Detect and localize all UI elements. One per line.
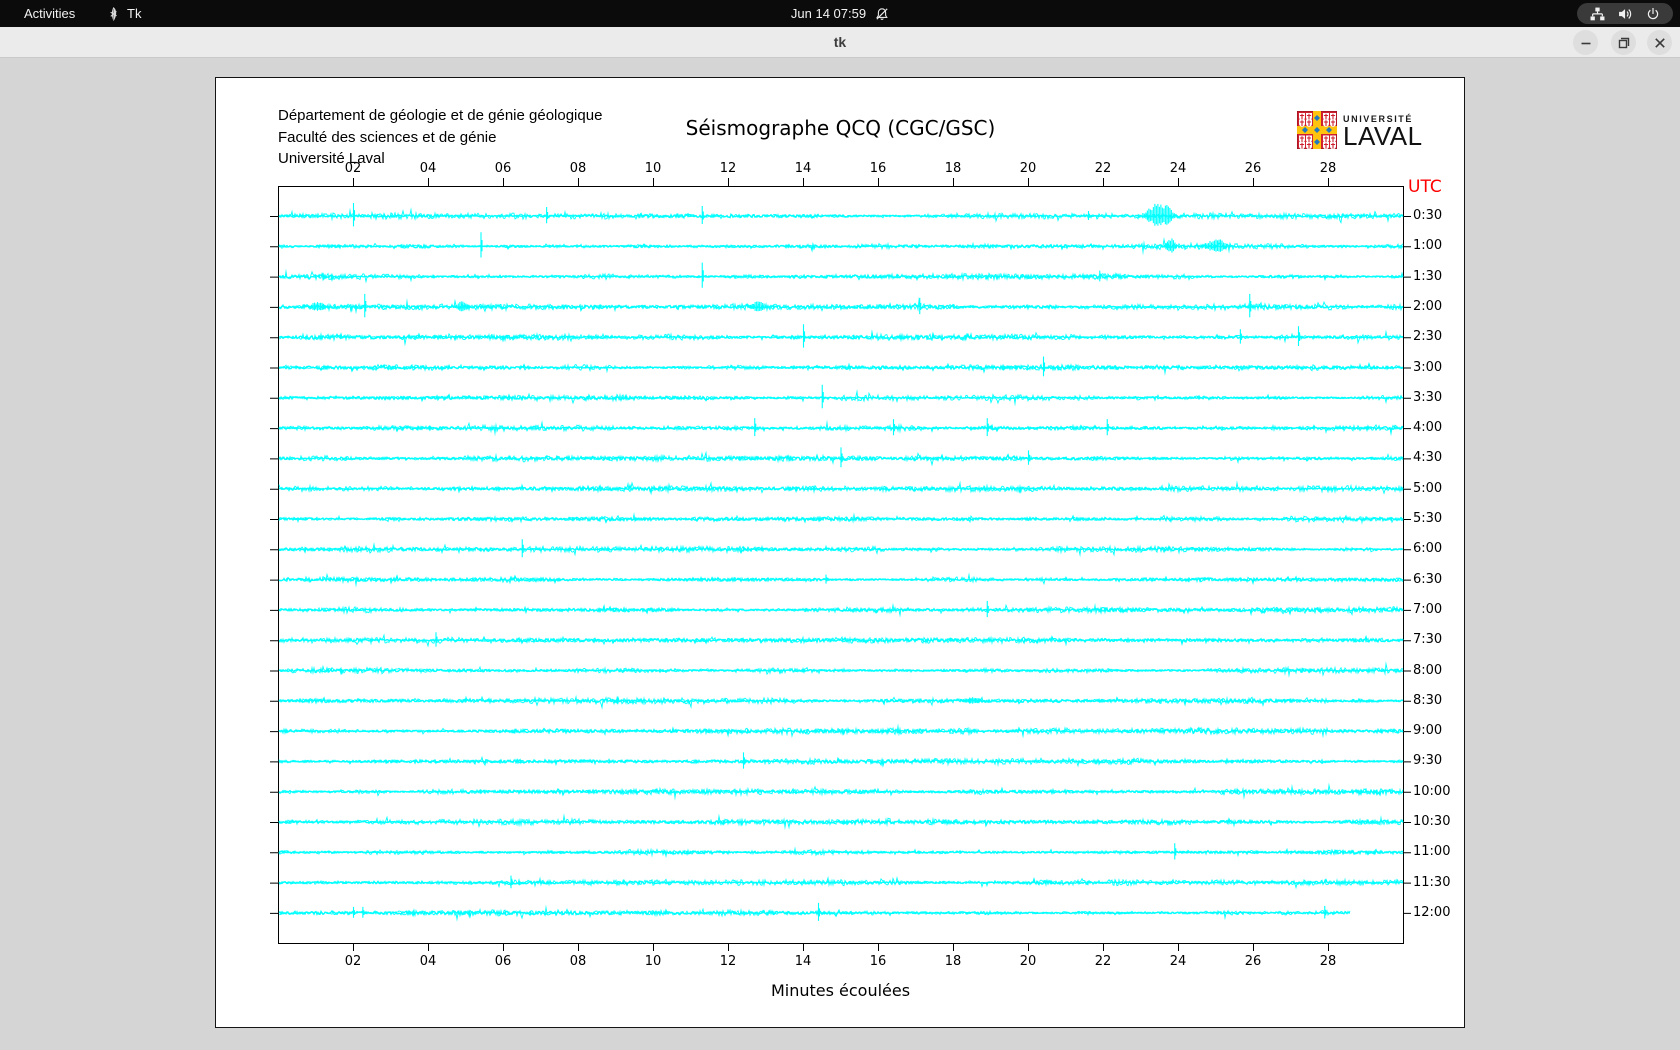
x-tick-label-bottom: 10: [644, 954, 662, 969]
trace-time-label: 11:30: [1413, 874, 1451, 890]
x-tick-label-top: 14: [794, 161, 812, 176]
trace-time-label: 1:00: [1413, 238, 1443, 254]
x-tick-label-bottom: 26: [1244, 954, 1262, 969]
x-tick-label-top: 06: [494, 161, 512, 176]
x-tick-label-top: 28: [1319, 161, 1337, 176]
x-tick-label-bottom: 08: [569, 954, 587, 969]
x-tick-label-bottom: 16: [869, 954, 887, 969]
x-tick-label-top: 18: [944, 161, 962, 176]
trace-time-label: 10:30: [1413, 814, 1451, 829]
trace-time-label: 2:00: [1413, 298, 1443, 314]
system-tray[interactable]: [1577, 3, 1673, 24]
minimize-button[interactable]: [1573, 30, 1598, 55]
window-titlebar: tk: [0, 27, 1680, 58]
x-tick-label-top: 22: [1094, 161, 1112, 176]
trace-time-label: 6:30: [1413, 571, 1443, 587]
x-tick-label-top: 10: [644, 161, 662, 176]
trace-time-label: 9:00: [1413, 723, 1443, 739]
trace-time-label: 1:30: [1413, 268, 1443, 284]
network-icon: [1590, 7, 1605, 20]
x-tick-label-top: 16: [869, 161, 887, 176]
x-tick-label-top: 26: [1244, 161, 1262, 176]
volume-icon: [1619, 8, 1632, 19]
x-tick-label-bottom: 18: [944, 954, 962, 969]
close-button[interactable]: [1647, 30, 1672, 55]
x-tick-label-top: 20: [1019, 161, 1037, 176]
trace-time-label: 3:30: [1413, 389, 1443, 405]
x-tick-label-bottom: 12: [719, 954, 737, 969]
clock-label: Jun 14 07:59: [790, 6, 867, 21]
trace-time-label: 3:00: [1413, 359, 1443, 375]
x-tick-label-top: 04: [419, 161, 437, 176]
seismogram-plot: [216, 78, 1466, 1029]
trace-time-label: 7:00: [1413, 601, 1443, 617]
x-tick-label-top: 24: [1169, 161, 1187, 176]
clock-area[interactable]: Jun 14 07:59: [0, 0, 1680, 27]
x-tick-label-top: 12: [719, 161, 737, 176]
utc-axis-title: UTC: [1408, 177, 1442, 197]
power-icon: [1647, 7, 1659, 19]
x-tick-label-bottom: 24: [1169, 954, 1187, 969]
trace-time-label: 5:00: [1413, 480, 1443, 496]
trace-time-label: 6:00: [1413, 541, 1443, 557]
x-tick-label-bottom: 14: [794, 954, 812, 969]
trace-time-label: 7:30: [1413, 632, 1443, 648]
gnome-top-bar: Activities Tk Jun 14 07:59: [0, 0, 1680, 27]
trace-time-label: 9:30: [1413, 753, 1443, 769]
restore-icon: [1618, 37, 1629, 48]
seismograph-canvas-window: Département de géologie et de génie géol…: [215, 77, 1466, 1029]
trace-time-label: 2:30: [1413, 329, 1443, 345]
x-tick-label-bottom: 06: [494, 954, 512, 969]
trace-time-label: 10:00: [1413, 783, 1451, 799]
window-title: tk: [833, 34, 847, 50]
trace-time-label: 5:30: [1413, 511, 1443, 526]
notifications-disabled-icon: [876, 7, 888, 20]
trace-time-label: 4:00: [1413, 420, 1443, 436]
maximize-button[interactable]: [1611, 30, 1636, 55]
x-tick-label-bottom: 20: [1019, 954, 1037, 969]
x-tick-label-bottom: 04: [419, 954, 437, 969]
trace-time-label: 11:00: [1413, 844, 1451, 860]
minimize-icon: [1581, 42, 1590, 44]
desktop-background: Département de géologie et de génie géol…: [0, 58, 1680, 1050]
close-icon: [1654, 37, 1665, 48]
trace-time-label: 8:00: [1413, 662, 1443, 678]
trace-time-label: 8:30: [1413, 692, 1443, 708]
x-tick-label-top: 08: [569, 161, 587, 176]
x-tick-label-bottom: 02: [344, 954, 362, 969]
trace-time-label: 4:30: [1413, 450, 1443, 466]
x-tick-label-bottom: 28: [1319, 954, 1337, 969]
trace-time-label: 12:00: [1413, 904, 1451, 920]
x-tick-label-bottom: 22: [1094, 954, 1112, 969]
x-axis-title: Minutes écoulées: [770, 981, 911, 1000]
trace-time-label: 0:30: [1413, 208, 1443, 223]
x-tick-label-top: 02: [344, 161, 362, 176]
